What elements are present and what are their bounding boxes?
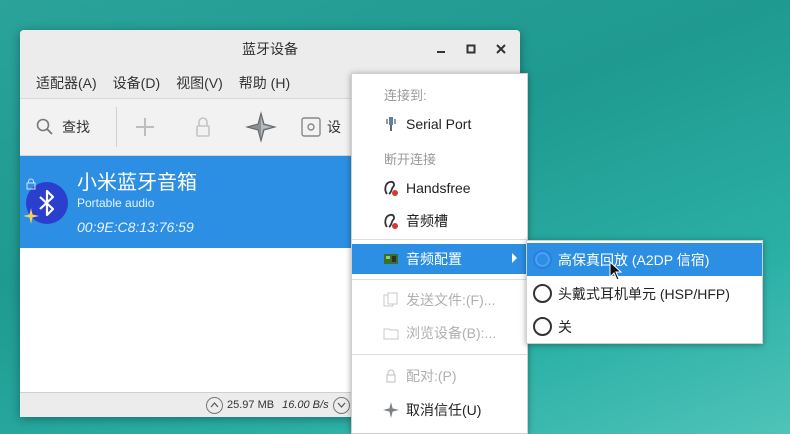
device-type: Portable audio xyxy=(77,196,155,210)
menu-item-send-files[interactable]: 发送文件:(F)... xyxy=(352,285,527,315)
window-controls xyxy=(432,40,510,58)
menu-item-browse-device[interactable]: 浏览设备(B):... xyxy=(352,318,527,348)
setup-button[interactable]: 设 xyxy=(301,117,341,137)
send-files-label: 发送文件:(F)... xyxy=(406,292,496,308)
lock-icon xyxy=(196,117,210,137)
menu-device[interactable]: 设备(D) xyxy=(105,68,168,99)
menu-help[interactable]: 帮助 (H) xyxy=(231,68,298,99)
window-title: 蓝牙设备 xyxy=(242,41,298,57)
headset-icon xyxy=(384,180,398,196)
menu-item-pair[interactable]: 配对:(P) xyxy=(352,361,527,391)
profile-option-a2dp[interactable]: 高保真回放 (A2DP 信宿) xyxy=(527,243,762,276)
device-address: 00:9E:C8:13:76:59 xyxy=(77,219,194,235)
maximize-icon xyxy=(466,44,476,54)
mouse-cursor-icon xyxy=(609,261,623,281)
settings-icon xyxy=(301,117,321,137)
star-icon xyxy=(245,111,277,143)
pair-button[interactable] xyxy=(185,109,221,145)
add-device-button[interactable] xyxy=(127,109,163,145)
menu-item-audio-sink[interactable]: 音频槽 xyxy=(352,206,527,236)
menu-header-connect: 连接到: xyxy=(384,88,427,103)
copy-file-icon xyxy=(383,292,398,307)
transfer-speed: 16.00 B/s xyxy=(282,399,329,411)
lock-icon xyxy=(386,369,396,383)
menu-separator xyxy=(352,239,527,240)
close-button[interactable] xyxy=(492,40,510,58)
serial-port-label: Serial Port xyxy=(406,116,472,132)
title-bar[interactable]: 蓝牙设备 xyxy=(20,30,520,68)
search-button[interactable]: 查找 xyxy=(36,117,116,137)
profile-option-label: 头戴式耳机单元 (HSP/HFP) xyxy=(558,285,730,302)
close-icon xyxy=(496,44,506,54)
transfer-size: 25.97 MB xyxy=(227,399,275,411)
profile-option-label: 高保真回放 (A2DP 信宿) xyxy=(558,251,710,268)
setup-label: 设 xyxy=(327,119,341,135)
menu-header-disconnect: 断开连接 xyxy=(384,152,437,167)
radio-unselected-icon xyxy=(533,284,552,303)
handsfree-label: Handsfree xyxy=(406,180,471,196)
menu-separator xyxy=(352,279,527,280)
paired-lock-icon xyxy=(26,178,36,190)
headset-icon xyxy=(384,213,398,229)
radio-unselected-icon xyxy=(533,317,552,336)
profile-option-off[interactable]: 关 xyxy=(527,310,762,343)
menu-item-untrust[interactable]: 取消信任(U) xyxy=(352,395,527,425)
minimize-icon xyxy=(437,51,445,53)
profile-option-label: 关 xyxy=(558,318,572,335)
star-icon xyxy=(383,402,399,418)
sound-card-icon xyxy=(384,254,398,264)
pair-label: 配对:(P) xyxy=(406,368,457,384)
device-name: 小米蓝牙音箱 xyxy=(77,172,197,194)
serial-port-icon xyxy=(386,117,396,131)
audio-profile-submenu: 高保真回放 (A2DP 信宿) 头戴式耳机单元 (HSP/HFP) 关 xyxy=(526,240,763,344)
audio-profile-label: 音频配置 xyxy=(406,251,462,267)
menu-item-serial-port[interactable]: Serial Port xyxy=(352,109,527,139)
radio-selected-icon xyxy=(533,250,552,269)
search-label: 查找 xyxy=(62,119,90,135)
menu-adapter[interactable]: 适配器(A) xyxy=(28,68,105,99)
upload-icon xyxy=(206,396,223,414)
trusted-star-icon xyxy=(23,208,39,224)
audio-sink-label: 音频槽 xyxy=(406,213,448,229)
menu-item-audio-profile[interactable]: 音频配置 xyxy=(352,244,527,274)
toolbar-separator xyxy=(116,107,117,147)
browse-device-label: 浏览设备(B):... xyxy=(406,325,497,341)
search-icon xyxy=(36,118,53,135)
menu-view[interactable]: 视图(V) xyxy=(168,68,231,99)
maximize-button[interactable] xyxy=(462,40,480,58)
menu-separator xyxy=(352,354,527,355)
menu-item-handsfree[interactable]: Handsfree xyxy=(352,173,527,203)
bluetooth-icon xyxy=(39,189,55,217)
trust-button[interactable] xyxy=(243,109,279,145)
submenu-arrow-icon xyxy=(512,253,517,263)
untrust-label: 取消信任(U) xyxy=(406,402,482,418)
minimize-button[interactable] xyxy=(432,40,450,58)
folder-icon xyxy=(383,328,399,340)
download-icon xyxy=(332,396,350,414)
plus-icon xyxy=(136,118,154,136)
device-context-menu: 连接到: Serial Port 断开连接 Handsfree 音频槽 音频配置 xyxy=(351,73,528,434)
profile-option-hsp-hfp[interactable]: 头戴式耳机单元 (HSP/HFP) xyxy=(527,277,762,310)
